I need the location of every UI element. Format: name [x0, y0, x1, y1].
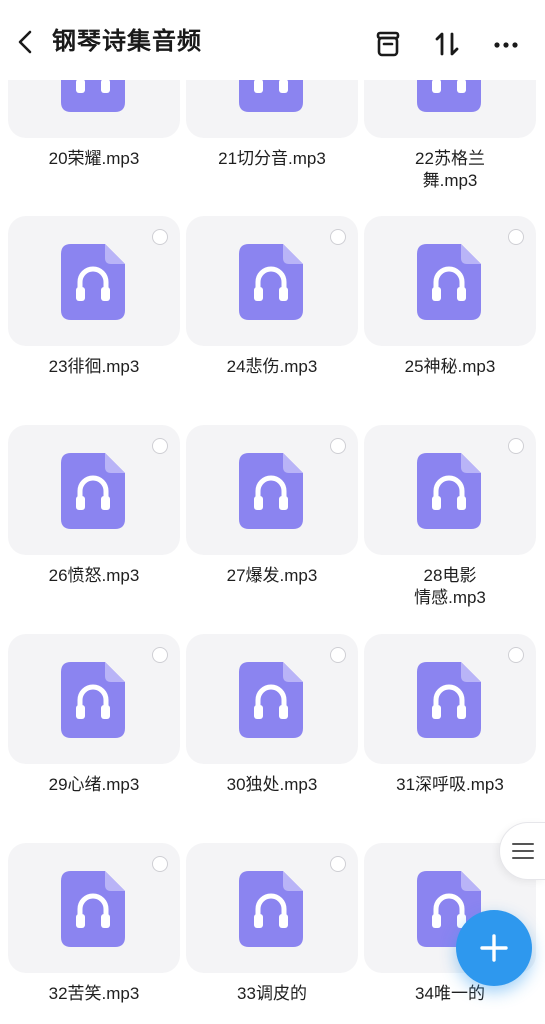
file-name[interactable]: 22苏格兰舞.mp3	[364, 148, 536, 192]
file-name[interactable]: 33调皮的	[186, 983, 358, 1005]
select-radio[interactable]	[152, 856, 168, 872]
archive-button[interactable]	[370, 26, 406, 62]
sort-icon	[435, 32, 459, 56]
file-card[interactable]	[8, 843, 180, 973]
file-name[interactable]: 27爆发.mp3	[186, 565, 358, 587]
select-radio[interactable]	[330, 438, 346, 454]
top-bar: 钢琴诗集音频	[0, 0, 545, 80]
page-title: 钢琴诗集音频	[52, 28, 202, 55]
plus-icon	[480, 934, 508, 962]
file-card[interactable]	[8, 216, 180, 346]
sort-button[interactable]	[429, 26, 465, 62]
file-name[interactable]: 23徘徊.mp3	[8, 356, 180, 378]
file-card[interactable]	[186, 634, 358, 764]
file-name-line: 22苏格兰	[415, 149, 485, 168]
audio-file-icon	[61, 244, 125, 320]
audio-file-icon	[417, 244, 481, 320]
archive-icon	[376, 31, 400, 57]
audio-file-icon	[61, 662, 125, 738]
select-radio[interactable]	[508, 229, 524, 245]
audio-file-icon	[239, 453, 303, 529]
audio-file-icon	[61, 871, 125, 947]
file-card[interactable]	[364, 216, 536, 346]
file-name[interactable]: 32苦笑.mp3	[8, 983, 180, 1005]
select-radio[interactable]	[330, 856, 346, 872]
file-name[interactable]: 30独处.mp3	[186, 774, 358, 796]
file-card[interactable]	[8, 634, 180, 764]
more-button[interactable]	[488, 26, 524, 62]
file-card[interactable]	[364, 634, 536, 764]
file-card[interactable]	[364, 425, 536, 555]
file-card[interactable]	[186, 843, 358, 973]
file-name-line: 情感.mp3	[414, 588, 486, 607]
file-name[interactable]: 28电影情感.mp3	[364, 565, 536, 609]
file-card[interactable]	[8, 425, 180, 555]
audio-file-icon	[239, 662, 303, 738]
file-name[interactable]: 25神秘.mp3	[364, 356, 536, 378]
audio-file-icon	[417, 453, 481, 529]
select-radio[interactable]	[330, 647, 346, 663]
file-name-line: 28电影	[423, 566, 477, 585]
file-name-line: 舞.mp3	[422, 171, 478, 190]
more-icon	[494, 42, 518, 48]
add-button[interactable]	[456, 910, 532, 986]
audio-file-icon	[239, 244, 303, 320]
select-radio[interactable]	[152, 438, 168, 454]
file-name[interactable]: 34唯一的	[364, 983, 536, 1005]
audio-file-icon	[239, 871, 303, 947]
back-icon	[18, 30, 32, 54]
file-name[interactable]: 31深呼吸.mp3	[364, 774, 536, 796]
select-radio[interactable]	[152, 647, 168, 663]
back-button[interactable]	[10, 26, 40, 58]
menu-lines-icon	[511, 843, 534, 859]
file-name[interactable]: 21切分音.mp3	[186, 148, 358, 170]
file-card[interactable]	[186, 216, 358, 346]
audio-file-icon	[61, 453, 125, 529]
select-radio[interactable]	[152, 229, 168, 245]
audio-file-icon	[417, 662, 481, 738]
select-radio[interactable]	[508, 647, 524, 663]
file-name[interactable]: 29心绪.mp3	[8, 774, 180, 796]
file-card[interactable]	[186, 425, 358, 555]
file-grid: 20荣耀.mp3 21切分音.mp3 22苏格兰舞.mp3 23徘徊.mp3 2…	[0, 0, 545, 1024]
file-name[interactable]: 24悲伤.mp3	[186, 356, 358, 378]
select-radio[interactable]	[330, 229, 346, 245]
select-radio[interactable]	[508, 438, 524, 454]
file-name[interactable]: 20荣耀.mp3	[8, 148, 180, 170]
file-name[interactable]: 26愤怒.mp3	[8, 565, 180, 587]
